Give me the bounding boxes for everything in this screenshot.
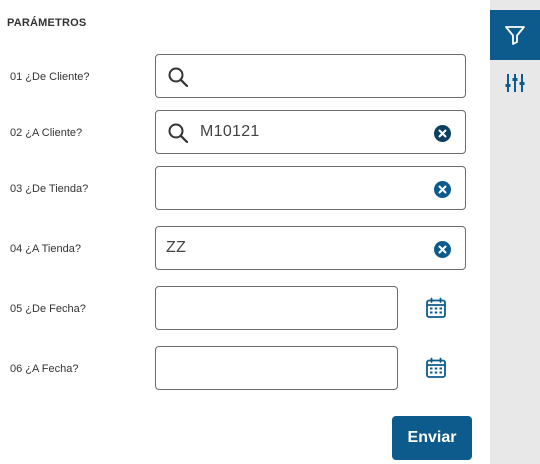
filter-tab[interactable] xyxy=(490,10,540,60)
filter-icon xyxy=(505,26,525,45)
label-a-cliente: 02 ¿A Cliente? xyxy=(10,127,83,139)
a-cliente-value: M10121 xyxy=(200,123,260,140)
label-de-fecha: 05 ¿De Fecha? xyxy=(10,303,86,315)
section-title: PARÁMETROS xyxy=(7,17,87,29)
label-de-tienda: 03 ¿De Tienda? xyxy=(10,183,89,195)
label-a-tienda: 04 ¿A Tienda? xyxy=(10,243,81,255)
a-fecha-field[interactable] xyxy=(155,346,398,390)
clear-icon[interactable] xyxy=(434,181,451,198)
sliders-icon xyxy=(505,74,525,92)
settings-tab[interactable] xyxy=(490,58,540,108)
de-cliente-field[interactable] xyxy=(155,54,466,98)
calendar-icon[interactable] xyxy=(425,297,447,319)
clear-icon[interactable] xyxy=(434,125,451,142)
label-de-cliente: 01 ¿De Cliente? xyxy=(10,71,90,83)
clear-icon[interactable] xyxy=(434,241,451,258)
search-icon[interactable] xyxy=(167,66,189,88)
de-tienda-field[interactable] xyxy=(155,166,466,210)
de-fecha-field[interactable] xyxy=(155,286,398,330)
right-sidebar xyxy=(490,0,540,464)
parameters-panel: PARÁMETROS 01 ¿De Cliente? 02 ¿A Cliente… xyxy=(0,0,490,464)
label-a-fecha: 06 ¿A Fecha? xyxy=(10,363,79,375)
calendar-icon[interactable] xyxy=(425,357,447,379)
search-icon[interactable] xyxy=(167,122,189,144)
a-tienda-value: ZZ xyxy=(166,239,187,256)
submit-button[interactable]: Enviar xyxy=(392,416,472,460)
a-tienda-field[interactable]: ZZ xyxy=(155,226,466,270)
a-cliente-field[interactable]: M10121 xyxy=(155,110,466,154)
